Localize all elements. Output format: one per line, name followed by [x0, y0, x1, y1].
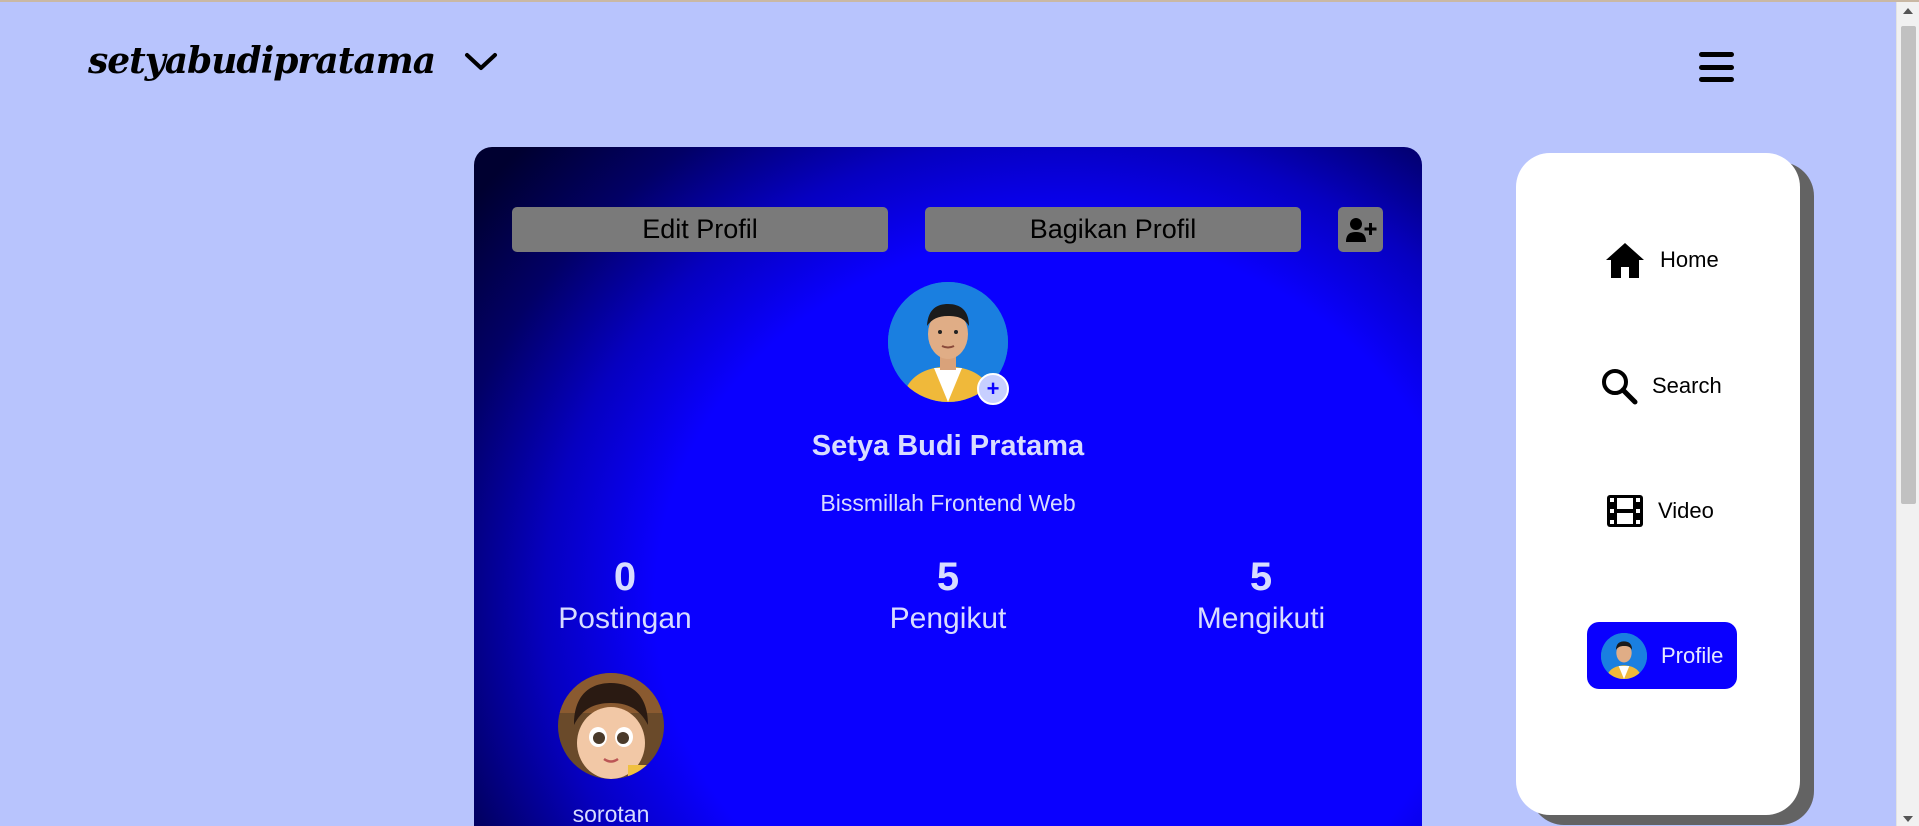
scroll-up-icon[interactable] — [1903, 8, 1913, 14]
highlight-label: sorotan — [572, 801, 650, 826]
profile-bio: Bissmillah Frontend Web — [820, 490, 1076, 516]
nav-item-home-label: Home — [1660, 247, 1719, 272]
film-icon — [1607, 495, 1643, 527]
add-story-button[interactable]: + — [977, 373, 1009, 405]
scrollbar[interactable] — [1896, 2, 1919, 826]
brand-switcher[interactable]: setyabudipratama — [88, 40, 499, 82]
avatar — [1601, 632, 1647, 679]
nav-item-search[interactable]: Search — [1600, 367, 1722, 405]
stat-following-value: 5 — [1249, 555, 1273, 599]
scroll-down-icon[interactable] — [1903, 816, 1913, 822]
home-icon — [1606, 243, 1644, 278]
profile-card: Edit Profil Bagikan Profil + Setya Budi … — [474, 147, 1422, 826]
share-profile-button[interactable]: Bagikan Profil — [925, 207, 1301, 252]
nav-item-video[interactable]: Video — [1606, 494, 1714, 528]
stat-followers-value: 5 — [936, 555, 960, 599]
nav-item-profile[interactable]: Profile — [1587, 622, 1737, 689]
nav-panel: Home Search Video Profile — [1516, 153, 1800, 815]
profile-name: Setya Budi Pratama — [811, 430, 1085, 462]
stat-posts-value: 0 — [613, 555, 637, 599]
brand-logo-text: setyabudipratama — [88, 40, 436, 82]
stat-posts[interactable]: 0 Postingan — [515, 555, 735, 639]
search-icon — [1602, 369, 1638, 405]
hamburger-menu-icon[interactable] — [1699, 52, 1734, 82]
stat-following[interactable]: 5 Mengikuti — [1151, 555, 1371, 639]
nav-item-video-label: Video — [1658, 498, 1714, 523]
edit-profile-button[interactable]: Edit Profil — [512, 207, 888, 252]
nav-item-home[interactable]: Home — [1604, 241, 1719, 279]
chevron-down-icon[interactable] — [463, 49, 499, 73]
highlight-thumbnail[interactable] — [558, 673, 664, 779]
add-user-button[interactable] — [1338, 207, 1383, 252]
stat-followers-label: Pengikut — [889, 602, 1007, 635]
stat-followers[interactable]: 5 Pengikut — [838, 555, 1058, 639]
add-user-icon — [1345, 217, 1376, 242]
stat-following-label: Mengikuti — [1196, 602, 1326, 635]
nav-item-profile-label: Profile — [1661, 642, 1724, 668]
nav-item-search-label: Search — [1652, 373, 1722, 398]
stat-posts-label: Postingan — [558, 602, 692, 635]
scrollbar-thumb[interactable] — [1901, 26, 1916, 504]
